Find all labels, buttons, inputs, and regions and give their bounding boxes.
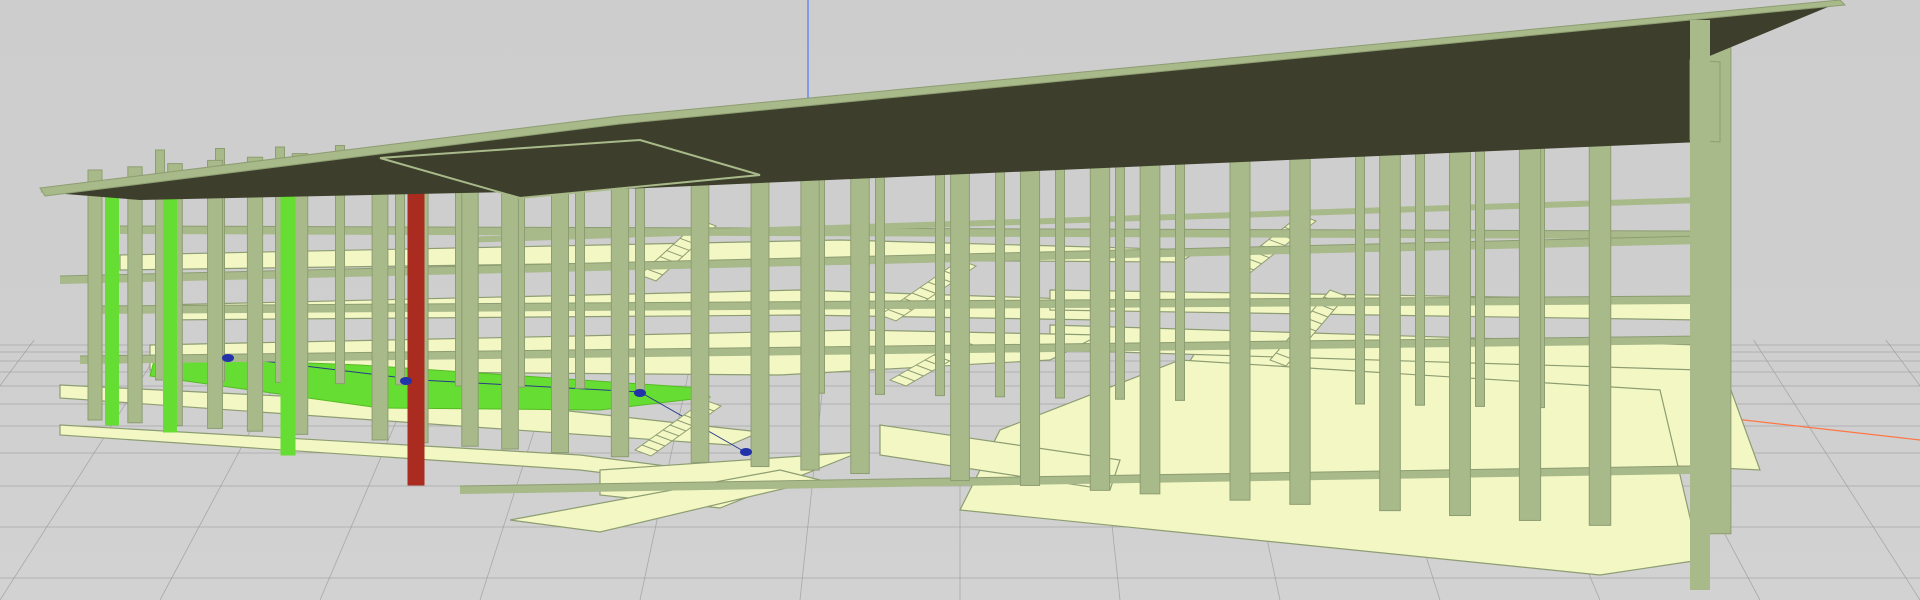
building-model-scene[interactable] xyxy=(0,0,1920,600)
column[interactable] xyxy=(246,156,264,432)
column[interactable] xyxy=(127,166,143,424)
marker-point[interactable] xyxy=(222,354,234,362)
marker-point[interactable] xyxy=(634,389,646,397)
selected-column[interactable] xyxy=(105,189,119,426)
grid-line xyxy=(1753,339,1920,600)
column[interactable] xyxy=(1175,124,1185,401)
column[interactable] xyxy=(1355,119,1365,405)
selected-column[interactable] xyxy=(163,181,177,433)
grid-line xyxy=(1885,339,1920,387)
highlighted-column[interactable] xyxy=(407,151,425,486)
selected-column[interactable] xyxy=(280,169,296,456)
marker-point[interactable] xyxy=(400,377,412,385)
column[interactable] xyxy=(87,169,103,421)
column[interactable] xyxy=(207,159,223,429)
column[interactable] xyxy=(1415,118,1425,406)
grid-line xyxy=(0,339,35,387)
floor-slabs xyxy=(59,239,1761,576)
3d-viewport[interactable] xyxy=(0,0,1920,600)
column[interactable] xyxy=(1475,116,1485,407)
marker-point[interactable] xyxy=(740,448,752,456)
